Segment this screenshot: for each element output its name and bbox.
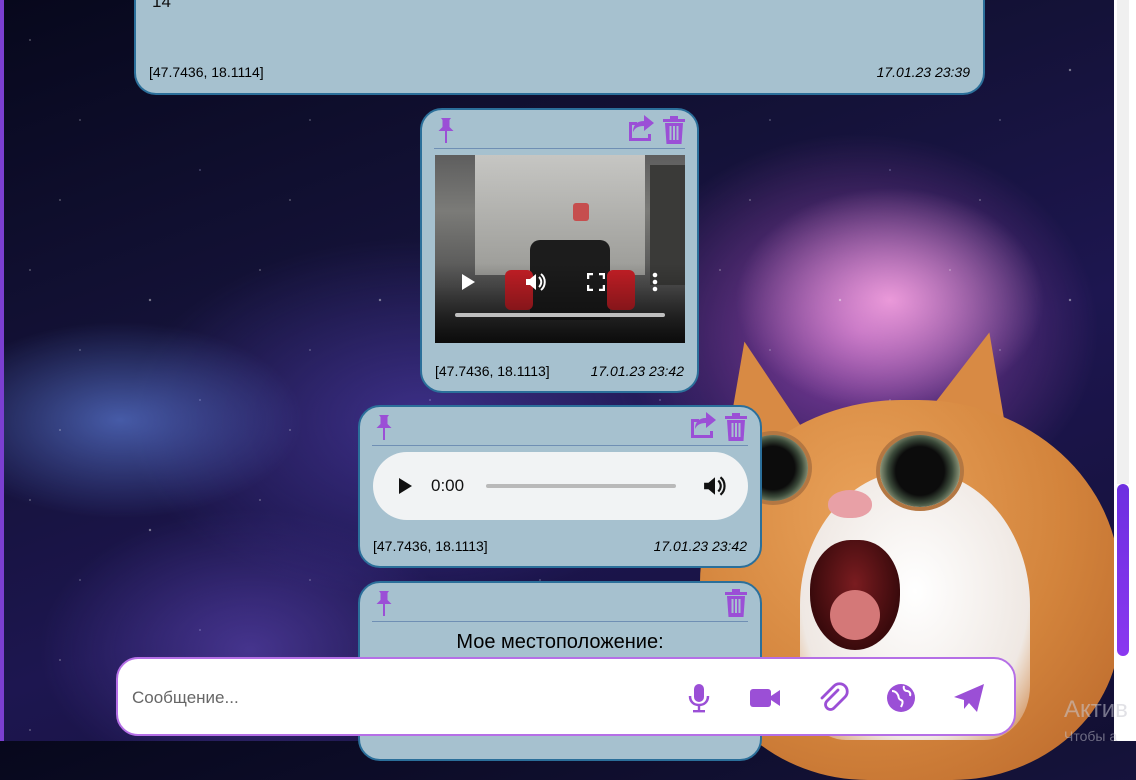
- activation-watermark-hint: Чтобы а: [1064, 728, 1118, 744]
- message-time: 17.01.23 23:39: [876, 64, 970, 80]
- message-time: 17.01.23 23:42: [653, 538, 747, 554]
- message-bubble: 14 [47.7436, 18.1114] 17.01.23 23:39: [134, 0, 985, 95]
- volume-icon[interactable]: [525, 272, 547, 292]
- audio-play-icon[interactable]: [399, 478, 412, 494]
- video-message-bubble: [47.7436, 18.1113] 17.01.23 23:42: [420, 108, 699, 393]
- message-time: 17.01.23 23:42: [590, 363, 684, 379]
- pin-icon[interactable]: [372, 589, 396, 617]
- video-camera-icon[interactable]: [748, 681, 782, 715]
- audio-time: 0:00: [431, 476, 465, 495]
- trash-icon[interactable]: [724, 413, 748, 441]
- scrollbar-thumb[interactable]: [1117, 484, 1129, 656]
- scrollbar-track[interactable]: [1117, 0, 1129, 484]
- location-title: Мое местоположение:: [456, 631, 664, 653]
- globe-icon[interactable]: [884, 681, 918, 715]
- trash-icon[interactable]: [662, 116, 686, 144]
- audio-progress-bar[interactable]: [486, 484, 676, 488]
- send-icon[interactable]: [952, 681, 986, 715]
- audio-player[interactable]: 0:00: [373, 452, 748, 520]
- trash-icon[interactable]: [724, 589, 748, 617]
- message-geo: [47.7436, 18.1113]: [435, 363, 550, 379]
- video-player[interactable]: [435, 155, 685, 343]
- audio-volume-icon[interactable]: [703, 474, 727, 498]
- video-progress-bar[interactable]: [455, 313, 665, 317]
- share-icon[interactable]: [688, 411, 718, 439]
- activation-watermark: Актив: [1064, 696, 1128, 723]
- paperclip-icon[interactable]: [816, 681, 850, 715]
- pin-icon[interactable]: [434, 116, 458, 144]
- microphone-icon[interactable]: [682, 681, 716, 715]
- play-icon[interactable]: [460, 273, 476, 291]
- message-input[interactable]: [130, 683, 654, 713]
- left-border: [0, 0, 4, 741]
- pin-icon[interactable]: [372, 413, 396, 441]
- fullscreen-icon[interactable]: [587, 273, 605, 291]
- more-options-icon[interactable]: [652, 272, 658, 292]
- message-geo: [47.7436, 18.1114]: [149, 64, 264, 80]
- message-text: 14: [152, 0, 171, 11]
- audio-message-bubble: 0:00 [47.7436, 18.1113] 17.01.23 23:42: [358, 405, 762, 568]
- message-geo: [47.7436, 18.1113]: [373, 538, 488, 554]
- message-composer: [116, 657, 1016, 736]
- share-icon[interactable]: [626, 114, 656, 142]
